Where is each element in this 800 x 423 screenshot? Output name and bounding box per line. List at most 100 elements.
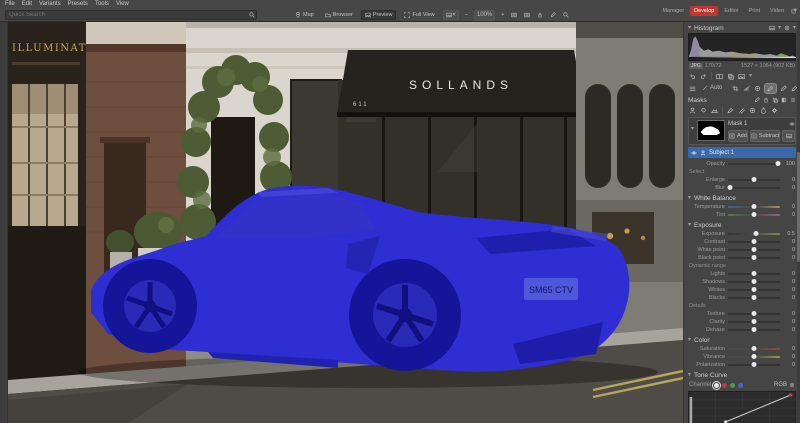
mask-selection-subject[interactable]: Subject 1: [688, 147, 796, 158]
lock-icon[interactable]: [536, 11, 544, 19]
zoom-mode-dropdown[interactable]: ▾: [442, 10, 459, 20]
slider-track[interactable]: [727, 185, 780, 190]
slider-thumb[interactable]: [751, 204, 757, 209]
external-window-icon[interactable]: [790, 7, 798, 15]
slider-track[interactable]: [728, 354, 780, 359]
channel-blue-dot[interactable]: [738, 382, 744, 388]
tone-curve-header[interactable]: ▾ Tone Curve: [684, 370, 800, 380]
pen-tool-icon[interactable]: [549, 11, 557, 19]
tab-video[interactable]: Video: [766, 6, 788, 16]
slider-shadows[interactable]: Shadows 0: [684, 278, 800, 286]
slider-track[interactable]: [728, 362, 780, 367]
slider-polarization[interactable]: Polarization 0: [684, 361, 800, 369]
quick-search[interactable]: [5, 10, 257, 20]
mask-thumbnail[interactable]: [697, 120, 726, 141]
slider-thumb[interactable]: [751, 239, 757, 244]
loupe-icon[interactable]: [562, 11, 570, 19]
slider-track[interactable]: [728, 247, 780, 252]
slider-track[interactable]: [728, 287, 780, 292]
masks-header[interactable]: Masks: [684, 95, 800, 105]
mask-settings-gear-icon[interactable]: [771, 107, 778, 114]
slider-thumb[interactable]: [751, 287, 757, 292]
slider-enlarge[interactable]: Enlarge 0: [684, 176, 800, 184]
curve-settings-gear-icon[interactable]: [789, 382, 795, 388]
view-mode-preview[interactable]: Preview: [360, 10, 397, 20]
view-mode-browser[interactable]: Browser: [322, 11, 356, 19]
chevron-down-icon[interactable]: ▾: [749, 73, 752, 79]
slider-opacity[interactable]: Opacity 100: [684, 160, 800, 168]
view-mode-full-view[interactable]: Full View: [401, 11, 437, 19]
tab-print[interactable]: Print: [745, 6, 764, 16]
menu-file[interactable]: File: [5, 0, 15, 9]
linear-gradient-icon[interactable]: [738, 107, 745, 114]
mask-layer-block[interactable]: ▾ Mask 1 Add Subtract: [688, 117, 796, 145]
slider-track[interactable]: [728, 255, 780, 260]
slider-contrast[interactable]: Contrast 0: [684, 238, 800, 246]
tab-develop[interactable]: Develop: [690, 6, 719, 16]
undo-icon[interactable]: [689, 73, 696, 80]
tab-editor[interactable]: Editor: [720, 6, 742, 16]
slider-track[interactable]: [728, 346, 780, 351]
slider-track[interactable]: [728, 311, 780, 316]
slider-thumb[interactable]: [751, 295, 757, 300]
exposure-header[interactable]: ▾ Exposure: [684, 220, 800, 230]
layout-grid-icon[interactable]: [523, 11, 531, 19]
slider-thumb[interactable]: [775, 161, 781, 166]
histogram-display-icon[interactable]: [784, 25, 790, 31]
mask-brush-icon[interactable]: [727, 107, 734, 114]
slider-thumb[interactable]: [751, 212, 757, 217]
slider-thumb[interactable]: [751, 354, 757, 359]
slider-dehaze[interactable]: Dehaze 0: [684, 326, 800, 334]
slider-thumb[interactable]: [751, 255, 757, 260]
delete-mask-icon[interactable]: [763, 97, 769, 103]
chevron-down-icon[interactable]: ▾: [778, 25, 781, 31]
slider-track[interactable]: [728, 231, 780, 236]
slider-thumb[interactable]: [751, 271, 757, 276]
menu-edit[interactable]: Edit: [22, 0, 32, 9]
channel-green-dot[interactable]: [730, 382, 736, 388]
slider-track[interactable]: [728, 271, 780, 276]
masking-tool-active[interactable]: [764, 82, 778, 94]
slider-track[interactable]: [728, 327, 780, 332]
image-icon[interactable]: [738, 73, 745, 80]
menu-variants[interactable]: Variants: [39, 0, 61, 9]
mask-subtract-button[interactable]: Subtract: [749, 130, 781, 142]
slider-thumb[interactable]: [751, 177, 757, 182]
visibility-eye-icon[interactable]: [691, 150, 697, 156]
histogram-channels-icon[interactable]: [769, 25, 775, 31]
menu-presets[interactable]: Presets: [68, 0, 88, 9]
slider-clarity[interactable]: Clarity 0: [684, 318, 800, 326]
select-subject-icon[interactable]: [689, 107, 696, 114]
slider-blacks[interactable]: Blacks 0: [684, 294, 800, 302]
auto-enhance-button[interactable]: Auto: [700, 84, 724, 92]
slider-thumb[interactable]: [751, 319, 757, 324]
color-header[interactable]: ▾ Color: [684, 335, 800, 345]
slider-thumb[interactable]: [727, 185, 733, 190]
slider-black-point[interactable]: Black point 0: [684, 254, 800, 262]
adjustments-list-icon[interactable]: [689, 85, 696, 92]
slider-tint[interactable]: Tint 0: [684, 211, 800, 219]
slider-exposure[interactable]: Exposure 0.5: [684, 230, 800, 238]
color-range-icon[interactable]: [760, 107, 767, 114]
zoom-out-button[interactable]: −: [464, 11, 469, 19]
zoom-level-box[interactable]: 100%: [473, 9, 496, 21]
slider-saturation[interactable]: Saturation 0: [684, 345, 800, 353]
zoom-in-button[interactable]: +: [500, 11, 505, 19]
search-input[interactable]: [6, 11, 248, 19]
masks-menu-icon[interactable]: [790, 97, 796, 103]
slider-white-point[interactable]: White point 0: [684, 246, 800, 254]
menu-view[interactable]: View: [116, 0, 129, 9]
slider-texture[interactable]: Texture 0: [684, 310, 800, 318]
slider-thumb[interactable]: [751, 247, 757, 252]
slider-temperature[interactable]: Temperature 0: [684, 203, 800, 211]
select-face-icon[interactable]: [700, 107, 707, 114]
pen-tool-icon[interactable]: [780, 85, 787, 92]
slider-thumb[interactable]: [753, 231, 759, 236]
white-balance-header[interactable]: ▾ White Balance: [684, 193, 800, 203]
slider-vibrance[interactable]: Vibrance 0: [684, 353, 800, 361]
retouch-tool-icon[interactable]: [754, 85, 761, 92]
radial-gradient-icon[interactable]: [749, 107, 756, 114]
slider-thumb[interactable]: [751, 311, 757, 316]
slider-track[interactable]: [728, 319, 780, 324]
slider-track[interactable]: [728, 212, 780, 217]
